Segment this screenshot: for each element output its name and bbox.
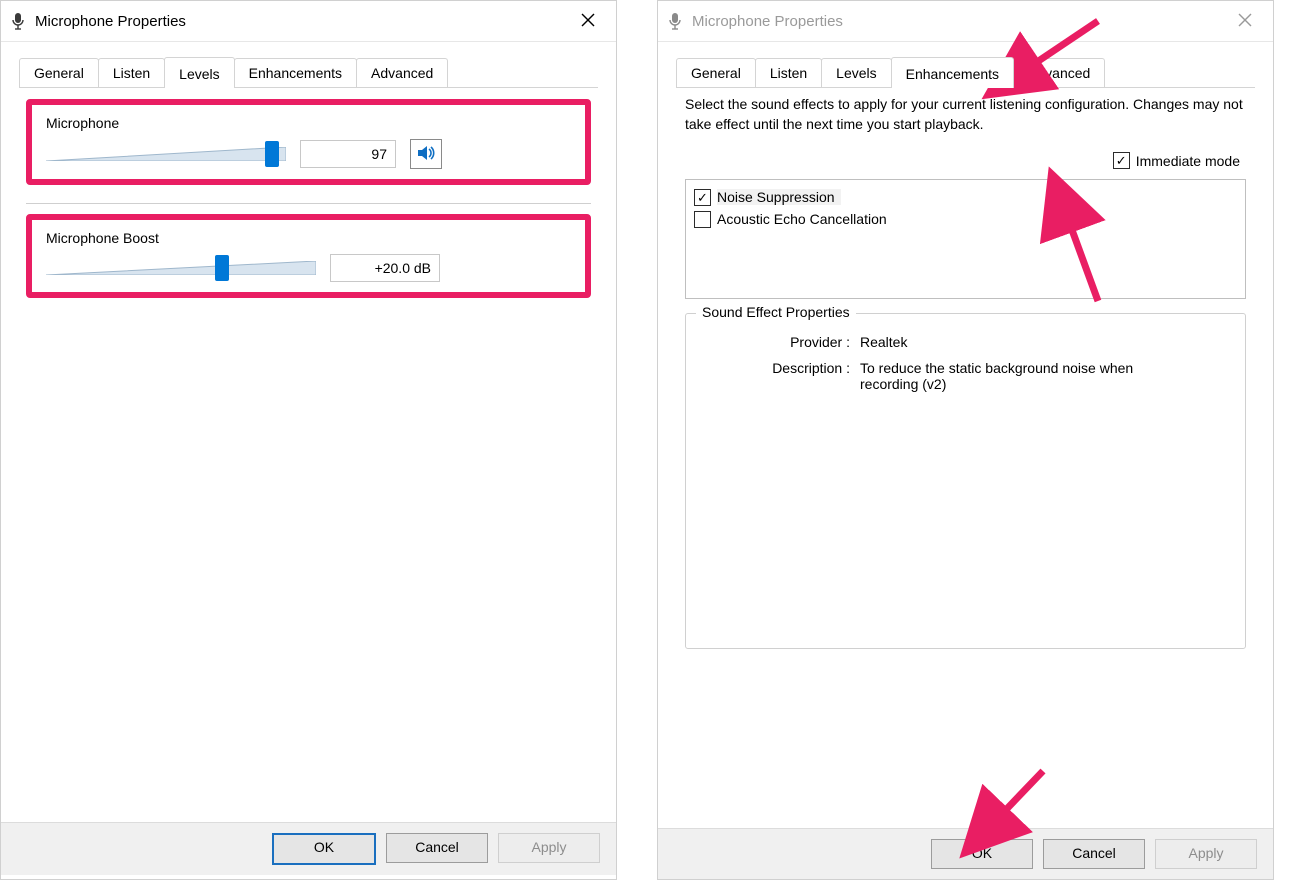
option-echo-cancellation[interactable]: Acoustic Echo Cancellation (694, 208, 1237, 230)
microphone-properties-window-levels: Microphone Properties General Listen Lev… (0, 0, 617, 880)
cancel-button[interactable]: Cancel (1043, 839, 1145, 869)
mute-button[interactable] (410, 139, 442, 169)
description-key: Description : (740, 360, 860, 392)
window-title: Microphone Properties (35, 13, 570, 30)
noise-suppression-label: Noise Suppression (717, 189, 841, 205)
tab-general[interactable]: General (676, 58, 756, 87)
microphone-icon (11, 12, 25, 30)
window-title: Microphone Properties (692, 13, 1227, 30)
enhancements-list[interactable]: Noise Suppression Acoustic Echo Cancella… (685, 179, 1246, 299)
titlebar[interactable]: Microphone Properties (1, 1, 616, 42)
microphone-icon (668, 12, 682, 30)
titlebar[interactable]: Microphone Properties (658, 1, 1273, 42)
tab-strip: General Listen Levels Enhancements Advan… (1, 42, 616, 87)
slider-track-icon (46, 261, 316, 275)
option-noise-suppression[interactable]: Noise Suppression (694, 186, 1237, 208)
tab-enhancements[interactable]: Enhancements (234, 58, 357, 87)
immediate-mode-checkbox[interactable] (1113, 152, 1130, 169)
tab-strip: General Listen Levels Enhancements Advan… (658, 42, 1273, 87)
levels-tab-body: Microphone 97 (19, 88, 598, 808)
close-icon (581, 13, 595, 30)
button-bar: OK Cancel Apply (1, 822, 616, 875)
microphone-slider-thumb[interactable] (265, 141, 279, 167)
microphone-level-section: Microphone 97 (26, 99, 591, 185)
button-bar: OK Cancel Apply (658, 828, 1273, 879)
microphone-label: Microphone (46, 115, 571, 131)
group-title: Sound Effect Properties (696, 304, 856, 320)
description-value: To reduce the static background noise wh… (860, 360, 1190, 392)
noise-suppression-checkbox[interactable] (694, 189, 711, 206)
close-icon (1238, 13, 1252, 30)
apply-button[interactable]: Apply (1155, 839, 1257, 869)
microphone-slider[interactable] (46, 141, 286, 167)
sound-effect-properties-group: Sound Effect Properties Provider : Realt… (685, 313, 1246, 649)
echo-cancellation-checkbox[interactable] (694, 211, 711, 228)
close-button[interactable] (570, 7, 606, 35)
microphone-boost-slider-thumb[interactable] (215, 255, 229, 281)
immediate-mode-label: Immediate mode (1136, 153, 1240, 169)
tab-general[interactable]: General (19, 58, 99, 87)
provider-key: Provider : (740, 334, 860, 350)
enhancements-tab-body: Select the sound effects to apply for yo… (676, 88, 1255, 814)
enhancements-description: Select the sound effects to apply for yo… (685, 95, 1246, 134)
divider (26, 203, 591, 204)
microphone-value[interactable]: 97 (300, 140, 396, 168)
tab-levels[interactable]: Levels (821, 58, 891, 87)
cancel-button[interactable]: Cancel (386, 833, 488, 863)
tab-listen[interactable]: Listen (755, 58, 822, 87)
microphone-boost-value[interactable]: +20.0 dB (330, 254, 440, 282)
tab-listen[interactable]: Listen (98, 58, 165, 87)
microphone-properties-window-enhancements: Microphone Properties General Listen Lev… (657, 0, 1274, 880)
microphone-boost-section: Microphone Boost +20.0 dB (26, 214, 591, 298)
microphone-boost-slider[interactable] (46, 255, 316, 281)
tab-enhancements[interactable]: Enhancements (891, 57, 1014, 88)
ok-button[interactable]: OK (272, 833, 376, 865)
slider-track-icon (46, 147, 286, 161)
apply-button[interactable]: Apply (498, 833, 600, 863)
speaker-icon (416, 143, 436, 166)
echo-cancellation-label: Acoustic Echo Cancellation (717, 211, 893, 227)
ok-button[interactable]: OK (931, 839, 1033, 869)
provider-value: Realtek (860, 334, 1190, 350)
tab-advanced[interactable]: Advanced (1013, 58, 1105, 87)
close-button[interactable] (1227, 7, 1263, 35)
tab-advanced[interactable]: Advanced (356, 58, 448, 87)
tab-levels[interactable]: Levels (164, 57, 234, 88)
microphone-boost-label: Microphone Boost (46, 230, 571, 246)
